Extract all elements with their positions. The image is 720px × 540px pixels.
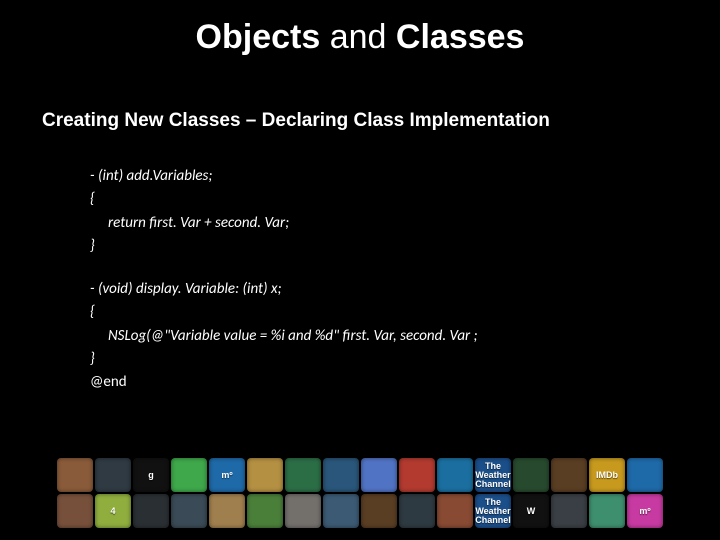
dock-app-icon[interactable] xyxy=(589,494,625,528)
dock-app-icon[interactable] xyxy=(171,458,207,492)
dock-app-icon[interactable] xyxy=(247,458,283,492)
code-line: - (int) add.Variables; xyxy=(90,165,650,188)
dock-app-icon[interactable] xyxy=(171,494,207,528)
dock-app-icon[interactable] xyxy=(437,458,473,492)
dock-app-icon[interactable]: 4 xyxy=(95,494,131,528)
dock-app-icon[interactable] xyxy=(95,458,131,492)
title-word-2: and xyxy=(330,18,396,56)
dock-app-icon[interactable] xyxy=(285,494,321,528)
code-line: @end xyxy=(90,371,650,394)
title-word-3: Classes xyxy=(396,18,525,56)
code-line: } xyxy=(90,235,650,258)
dock-app-icon[interactable] xyxy=(361,458,397,492)
dock-app-icon[interactable] xyxy=(513,458,549,492)
title-word-1: Objects xyxy=(196,18,321,56)
dock-app-icon[interactable] xyxy=(323,458,359,492)
code-line: - (void) display. Variable: (int) x; xyxy=(90,278,650,301)
dock-app-icon[interactable] xyxy=(133,494,169,528)
dock-app-icon[interactable]: W xyxy=(513,494,549,528)
dock-row-top: g mº TheWeatherChannel IMDb xyxy=(57,458,663,492)
dock-app-icon[interactable]: IMDb xyxy=(589,458,625,492)
dock-app-icon[interactable]: TheWeatherChannel xyxy=(475,494,511,528)
dock: g mº TheWeatherChannel IMDb 4 TheWeatherChan… xyxy=(0,458,720,528)
dock-app-icon[interactable] xyxy=(399,458,435,492)
dock-app-icon[interactable]: g xyxy=(133,458,169,492)
dock-app-icon[interactable] xyxy=(361,494,397,528)
code-line: return first. Var + second. Var; xyxy=(90,212,650,235)
slide-subtitle: Creating New Classes – Declaring Class I… xyxy=(42,110,550,132)
dock-app-icon[interactable] xyxy=(551,458,587,492)
slide: Objects and Classes Creating New Classes… xyxy=(0,0,720,540)
dock-app-icon[interactable] xyxy=(627,458,663,492)
code-line: { xyxy=(90,301,650,324)
dock-app-icon[interactable] xyxy=(399,494,435,528)
dock-app-icon[interactable] xyxy=(285,458,321,492)
dock-app-icon[interactable]: TheWeatherChannel xyxy=(475,458,511,492)
code-line: NSLog(@"Variable value = %i and %d" firs… xyxy=(90,325,650,348)
dock-row-bottom: 4 TheWeatherChannelWmº xyxy=(57,494,663,528)
dock-app-icon[interactable]: mº xyxy=(209,458,245,492)
dock-app-icon[interactable] xyxy=(209,494,245,528)
dock-app-icon[interactable] xyxy=(247,494,283,528)
dock-app-icon[interactable] xyxy=(57,494,93,528)
code-block: - (int) add.Variables; { return first. V… xyxy=(90,165,650,394)
dock-app-icon[interactable]: mº xyxy=(627,494,663,528)
dock-app-icon[interactable] xyxy=(323,494,359,528)
code-line: } xyxy=(90,348,650,371)
dock-app-icon[interactable] xyxy=(551,494,587,528)
dock-app-icon[interactable] xyxy=(57,458,93,492)
slide-title: Objects and Classes xyxy=(0,18,720,57)
dock-app-icon[interactable] xyxy=(437,494,473,528)
code-line: { xyxy=(90,188,650,211)
